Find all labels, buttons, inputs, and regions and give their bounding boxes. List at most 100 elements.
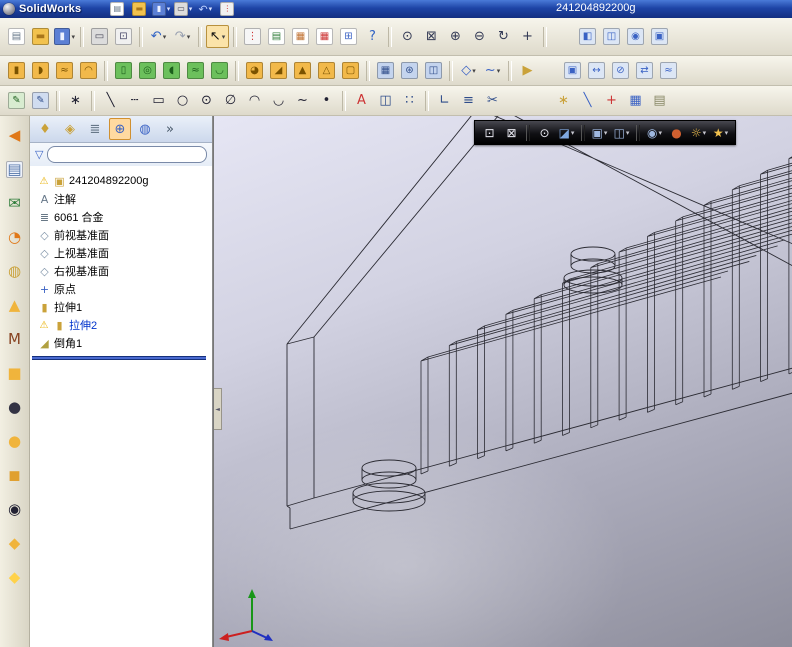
clock-tool-button[interactable]: ◔ (3, 226, 26, 249)
dropdown-arrow-icon[interactable]: ▾ (167, 5, 171, 13)
open-button[interactable]: ▬ (29, 25, 52, 48)
hide-show-items-button[interactable]: ◉ ▾ (644, 122, 665, 143)
mirror-button[interactable]: ◫ (422, 59, 445, 82)
graphics-area[interactable]: ⊡ ⊠ ⊙ ◪ ▾ ▣ ▾ ◫ ▾ ◉ ▾ ● ☼ ▾ ★ ▾ ◄ (213, 116, 792, 647)
diamond-tool-button[interactable]: ◆ (3, 532, 26, 555)
help-button[interactable]: ? (361, 25, 384, 48)
apply-scene-button[interactable]: ☼ ▾ (688, 122, 709, 143)
tree-item-extrude2[interactable]: ⚠ ▮ 拉伸2 (32, 316, 210, 334)
dropdown-arrow-icon[interactable]: ▾ (187, 33, 191, 41)
pyramid-tool-button[interactable]: ▲ (3, 294, 26, 317)
swept-boss-button[interactable]: ≈ (53, 59, 76, 82)
dimxpertmanager-tab[interactable]: ⊕ (109, 118, 131, 140)
view-orientation-button[interactable]: ▣ ▾ (589, 122, 610, 143)
snap-line-button[interactable]: ╲ (576, 89, 599, 112)
rollback-bar[interactable] (32, 356, 206, 360)
view-settings-button[interactable]: ★ ▾ (710, 122, 731, 143)
draft-button[interactable]: △ (315, 59, 338, 82)
undo-button[interactable]: ↶ ▾ (195, 1, 215, 18)
lofted-boss-button[interactable]: ◠ (77, 59, 100, 82)
print-button[interactable]: ▭ ▾ (173, 1, 193, 18)
new-document-button[interactable]: ▤ (5, 25, 28, 48)
circular-pattern-button[interactable]: ⊛ (398, 59, 421, 82)
extruded-cut-button[interactable]: ▯ (112, 59, 135, 82)
replace-face-button[interactable]: ⇄ (633, 59, 656, 82)
smart-dimension-button[interactable]: ∗ (64, 89, 87, 112)
dropdown-arrow-icon[interactable]: ▾ (626, 129, 630, 137)
delete-face-button[interactable]: ⊘ (609, 59, 632, 82)
tree-item-top-plane[interactable]: ◇ 上视基准面 (32, 244, 210, 262)
sketch-text-button[interactable]: A (350, 89, 373, 112)
save-button[interactable]: ▮ ▾ (151, 1, 171, 18)
tree-item-material[interactable]: ≣ 6061 合金 (32, 208, 210, 226)
point-button[interactable]: • (315, 89, 338, 112)
snap-grid-button[interactable]: ▦ (624, 89, 647, 112)
dropdown-arrow-icon[interactable]: ▾ (497, 67, 501, 75)
linear-pattern-button[interactable]: ▦ (374, 59, 397, 82)
zoom-to-fit-button[interactable]: ⊡ (479, 122, 500, 143)
zoom-to-area-button[interactable]: ⊠ (420, 25, 443, 48)
line-button[interactable]: ╲ (99, 89, 122, 112)
revolved-cut-button[interactable]: ◖ (160, 59, 183, 82)
rib-button[interactable]: ▲ (291, 59, 314, 82)
zoom-out-button[interactable]: ⊖ (468, 25, 491, 48)
freeform-button[interactable]: ≈ (657, 59, 680, 82)
dropdown-arrow-icon[interactable]: ▾ (604, 129, 608, 137)
dropdown-arrow-icon[interactable]: ▾ (189, 5, 193, 13)
sphere-gold-tool-button[interactable]: ● (3, 430, 26, 453)
bell-tool-button[interactable]: ◍ (3, 260, 26, 283)
undo-button[interactable]: ↶ ▾ (147, 25, 170, 48)
curves-button[interactable]: ~ ▾ (481, 59, 504, 82)
rectangle-button[interactable]: ▭ (147, 89, 170, 112)
featuremanager-tab[interactable]: ♦ (34, 118, 56, 140)
ellipse-button[interactable]: ∅ (219, 89, 242, 112)
save-button[interactable]: ▮ ▾ (53, 25, 76, 48)
dropdown-arrow-icon[interactable]: ▾ (222, 33, 226, 41)
tree-item-part-root[interactable]: ⚠ ▣ 241204892200g (32, 172, 210, 190)
quick-snaps-button[interactable]: ∗ (552, 89, 575, 112)
redo-button[interactable]: ↷ ▾ (171, 25, 194, 48)
tree-item-origin[interactable]: + 原点 (32, 280, 210, 298)
dropdown-arrow-icon[interactable]: ▾ (571, 129, 575, 137)
hole-wizard-button[interactable]: ◎ (136, 59, 159, 82)
sphere-dark-tool-button[interactable]: ● (3, 396, 26, 419)
select-arrow-button[interactable]: ↖ ▾ (206, 25, 229, 48)
revolved-boss-button[interactable]: ◗ (29, 59, 52, 82)
zoom-to-fit-button[interactable]: ⊙ (396, 25, 419, 48)
arrow-tool-button[interactable]: ◀ (3, 124, 26, 147)
rebuild-traffic-light-button[interactable]: ⋮ (241, 25, 264, 48)
tabs-overflow-chevron[interactable]: » (159, 118, 181, 140)
rebuild-traffic-light-button[interactable]: ⋮ (217, 1, 237, 18)
pattern-grid-button[interactable]: ▦ (313, 25, 336, 48)
circle-button[interactable]: ○ (171, 89, 194, 112)
move-copy-body-button[interactable]: ↔ (585, 59, 608, 82)
dropdown-arrow-icon[interactable]: ▾ (658, 129, 662, 137)
trim-entities-button[interactable]: ✂ (481, 89, 504, 112)
zoom-in-button[interactable]: ⊕ (444, 25, 467, 48)
dropdown-arrow-icon[interactable]: ▾ (725, 129, 729, 137)
zoom-to-area-button[interactable]: ⊠ (501, 122, 522, 143)
instant3d-button[interactable]: ▶ (516, 59, 539, 82)
macro-tool-button[interactable]: M (3, 328, 26, 351)
offset-entities-button[interactable]: ≡ (457, 89, 480, 112)
sketch-button[interactable]: ✎ (5, 89, 28, 112)
rotate-view-button[interactable]: ↻ (492, 25, 515, 48)
clipboard-button[interactable]: ▤ (648, 89, 671, 112)
insert-part-button[interactable]: ▣ (561, 59, 584, 82)
dropdown-arrow-icon[interactable]: ▾ (209, 5, 213, 13)
view-orientation-button[interactable]: ◧ (576, 25, 599, 48)
gem-tool-button[interactable]: ◆ (3, 566, 26, 589)
mirror-entities-button[interactable]: ◫ (374, 89, 397, 112)
perimeter-circle-button[interactable]: ⊙ (195, 89, 218, 112)
edit-appearance-button[interactable]: ● (666, 122, 687, 143)
reference-geometry-button[interactable]: ◇ ▾ (457, 59, 480, 82)
tree-item-chamfer1[interactable]: ◢ 倒角1 (32, 334, 210, 352)
centerline-button[interactable]: ┄ (123, 89, 146, 112)
tree-item-annotations[interactable]: A 注解 (32, 190, 210, 208)
chamfer-button[interactable]: ◢ (267, 59, 290, 82)
swept-cut-button[interactable]: ≈ (184, 59, 207, 82)
new-document-button[interactable]: ▤ (107, 1, 127, 18)
display-style-button[interactable]: ◫ (600, 25, 623, 48)
pan-button[interactable]: + (516, 25, 539, 48)
spline-button[interactable]: ~ (291, 89, 314, 112)
